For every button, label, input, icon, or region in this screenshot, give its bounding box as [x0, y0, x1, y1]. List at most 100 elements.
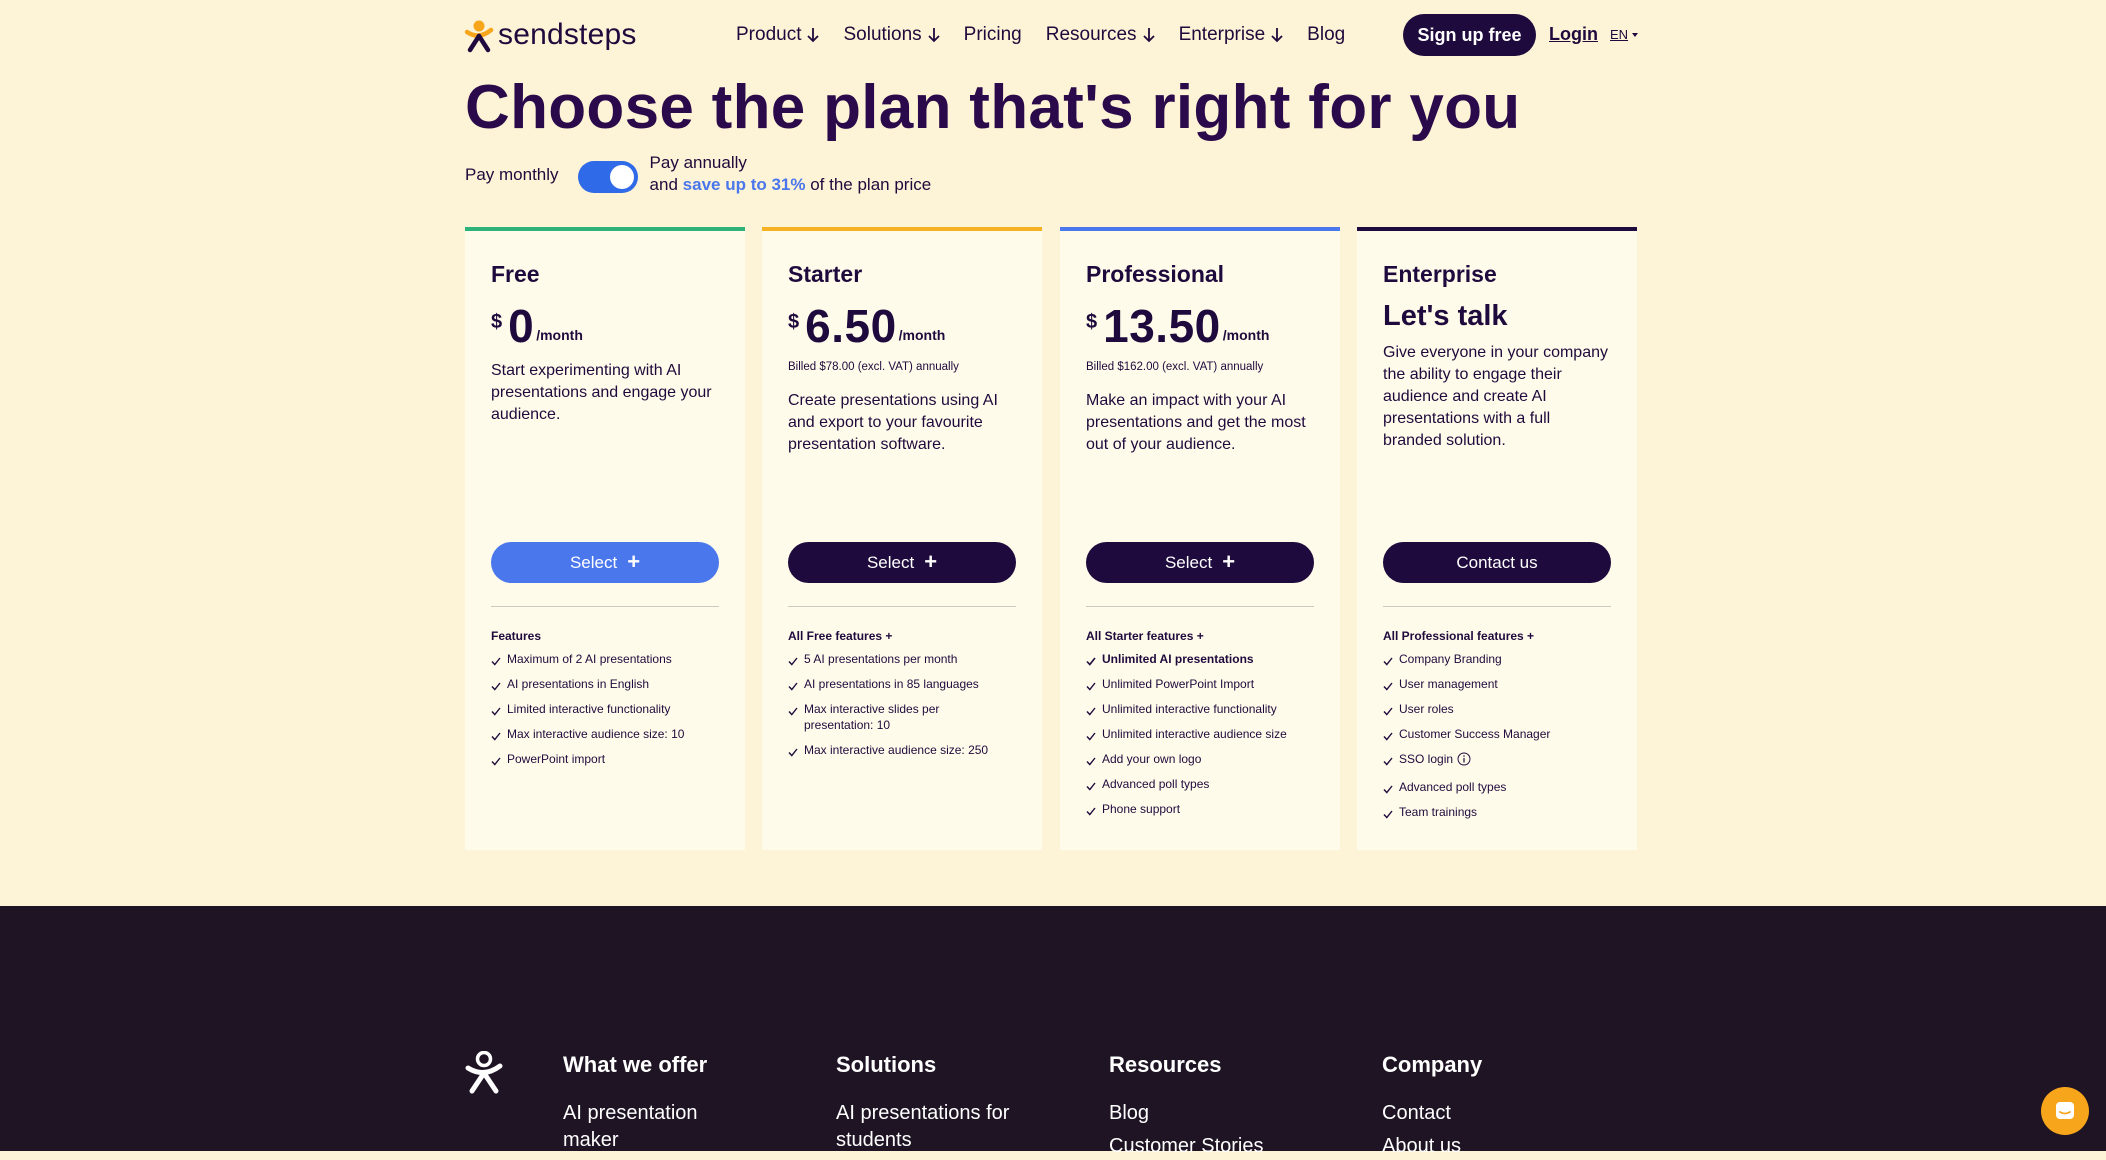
footer-logo-icon[interactable]	[465, 1050, 503, 1100]
plan-card-starter: Starter $ 6.50 /month Billed $78.00 (exc…	[762, 227, 1042, 850]
plus-icon: +	[627, 548, 641, 574]
nav-solutions[interactable]: Solutions	[843, 22, 940, 48]
nav-product[interactable]: Product	[736, 22, 820, 48]
feature-item: SSO login	[1383, 751, 1611, 770]
features-title: Features	[491, 629, 542, 643]
divider	[1086, 606, 1314, 607]
logo-figure-icon	[465, 20, 494, 53]
billing-toggle-group: Pay monthly Pay annually and save up to …	[465, 152, 931, 200]
footer-link[interactable]: Customer Stories	[1109, 1133, 1309, 1160]
nav-label: Pricing	[963, 24, 1022, 45]
nav-resources[interactable]: Resources	[1046, 22, 1155, 48]
features-title: All Professional features +	[1383, 629, 1535, 643]
chat-launcher-button[interactable]	[2041, 1087, 2089, 1135]
price-period: /month	[1222, 327, 1270, 343]
feature-text: Max interactive audience size: 10	[507, 727, 685, 741]
footer-link[interactable]: Blog	[1109, 1100, 1269, 1127]
nav-label: Solutions	[843, 24, 922, 45]
check-icon	[491, 679, 501, 695]
check-icon	[1383, 654, 1393, 670]
plan-card-enterprise: Enterprise Let's talk Give everyone in y…	[1357, 227, 1637, 850]
signup-button[interactable]: Sign up free	[1403, 14, 1536, 56]
feature-item: Company Branding	[1383, 651, 1611, 667]
feature-item: Advanced poll types	[1383, 779, 1611, 795]
price-period: /month	[898, 327, 946, 343]
select-professional-button[interactable]: Select +	[1086, 542, 1314, 583]
logo-text: sendsteps	[498, 18, 637, 51]
save-highlight: save up to 31%	[682, 175, 806, 194]
divider	[491, 606, 719, 607]
plan-card-professional: Professional $ 13.50 /month Billed $162.…	[1060, 227, 1340, 850]
price-amount: 13.50	[1103, 300, 1221, 352]
footer-link[interactable]: About us	[1382, 1133, 1542, 1160]
feature-item: Team trainings	[1383, 804, 1611, 820]
feature-list: Unlimited AI presentations Unlimited Pow…	[1086, 651, 1314, 826]
login-link[interactable]: Login	[1549, 24, 1598, 45]
check-icon	[1086, 704, 1096, 720]
plan-description: Create presentations using AI and export…	[788, 392, 998, 453]
plan-headline: Let's talk	[1383, 300, 1508, 332]
feature-item: AI presentations in 85 languages	[788, 676, 1016, 692]
info-icon[interactable]	[1457, 752, 1471, 770]
pay-annually-label[interactable]: Pay annually and save up to 31% of the p…	[650, 152, 932, 196]
feature-text: Customer Success Manager	[1399, 727, 1551, 741]
feature-text: PowerPoint import	[507, 752, 606, 766]
arrow-down-icon	[807, 27, 820, 43]
button-label: Select	[1164, 552, 1213, 572]
feature-text: Limited interactive functionality	[507, 702, 671, 716]
plan-description: Start experimenting with AI presentation…	[491, 362, 712, 423]
nav-label: Blog	[1307, 24, 1346, 45]
plan-card-free: Free $ 0 /month Start experimenting with…	[465, 227, 745, 850]
arrow-down-icon	[928, 27, 940, 43]
footer-col-title: Solutions	[836, 1052, 937, 1077]
button-label: Contact us	[1456, 552, 1538, 572]
footer-link[interactable]: Contact	[1382, 1100, 1542, 1127]
plan-description: Make an impact with your AI presentation…	[1086, 392, 1306, 453]
check-icon	[491, 729, 501, 745]
feature-text: AI presentations in English	[507, 677, 650, 691]
footer-col-what-we-offer: What we offer AI presentation maker	[563, 1052, 723, 1154]
feature-text: SSO login	[1399, 752, 1454, 766]
feature-item: Advanced poll types	[1086, 776, 1314, 792]
check-icon	[1383, 704, 1393, 720]
footer-col-title: What we offer	[563, 1052, 708, 1077]
check-icon	[788, 704, 798, 720]
button-label: Select	[569, 552, 618, 572]
feature-list: Maximum of 2 AI presentations AI present…	[491, 651, 719, 776]
check-icon	[1086, 779, 1096, 795]
billing-toggle[interactable]	[577, 161, 638, 193]
feature-item: Unlimited interactive functionality	[1086, 701, 1314, 717]
feature-item: Customer Success Manager	[1383, 726, 1611, 742]
check-icon	[1086, 729, 1096, 745]
nav-pricing[interactable]: Pricing	[964, 22, 1022, 48]
check-icon	[491, 654, 501, 670]
plan-cards: Free $ 0 /month Start experimenting with…	[465, 227, 1637, 850]
check-icon	[1383, 679, 1393, 695]
nav-blog[interactable]: Blog	[1307, 22, 1345, 48]
save-suffix: of the plan price	[810, 175, 932, 194]
check-icon	[788, 745, 798, 761]
feature-item: AI presentations in English	[491, 676, 719, 692]
feature-item: Unlimited interactive audience size	[1086, 726, 1314, 742]
feature-item: PowerPoint import	[491, 751, 719, 767]
select-starter-button[interactable]: Select +	[788, 542, 1016, 583]
plan-price: $ 13.50 /month	[1086, 303, 1269, 349]
language-selector[interactable]: EN	[1610, 27, 1639, 42]
footer-col-solutions: Solutions AI presentations for students	[836, 1052, 1036, 1154]
pay-monthly-label[interactable]: Pay monthly	[465, 165, 559, 185]
save-note: and save up to 31% of the plan price	[650, 174, 932, 196]
contact-us-button[interactable]: Contact us	[1383, 542, 1611, 583]
footer-col-resources: Resources Blog Customer Stories	[1109, 1052, 1309, 1160]
check-icon	[1383, 729, 1393, 745]
select-free-button[interactable]: Select +	[491, 542, 719, 583]
feature-item: Limited interactive functionality	[491, 701, 719, 717]
footer-link[interactable]: AI presentation maker	[563, 1100, 723, 1154]
check-icon	[491, 704, 501, 720]
nav-enterprise[interactable]: Enterprise	[1179, 22, 1284, 48]
price-amount: 0	[508, 300, 535, 352]
save-prefix: and	[649, 175, 678, 194]
check-icon	[1086, 754, 1096, 770]
sendsteps-logo[interactable]: sendsteps	[465, 18, 637, 54]
feature-item: Add your own logo	[1086, 751, 1314, 767]
footer-link[interactable]: AI presentations for students	[836, 1100, 1036, 1154]
